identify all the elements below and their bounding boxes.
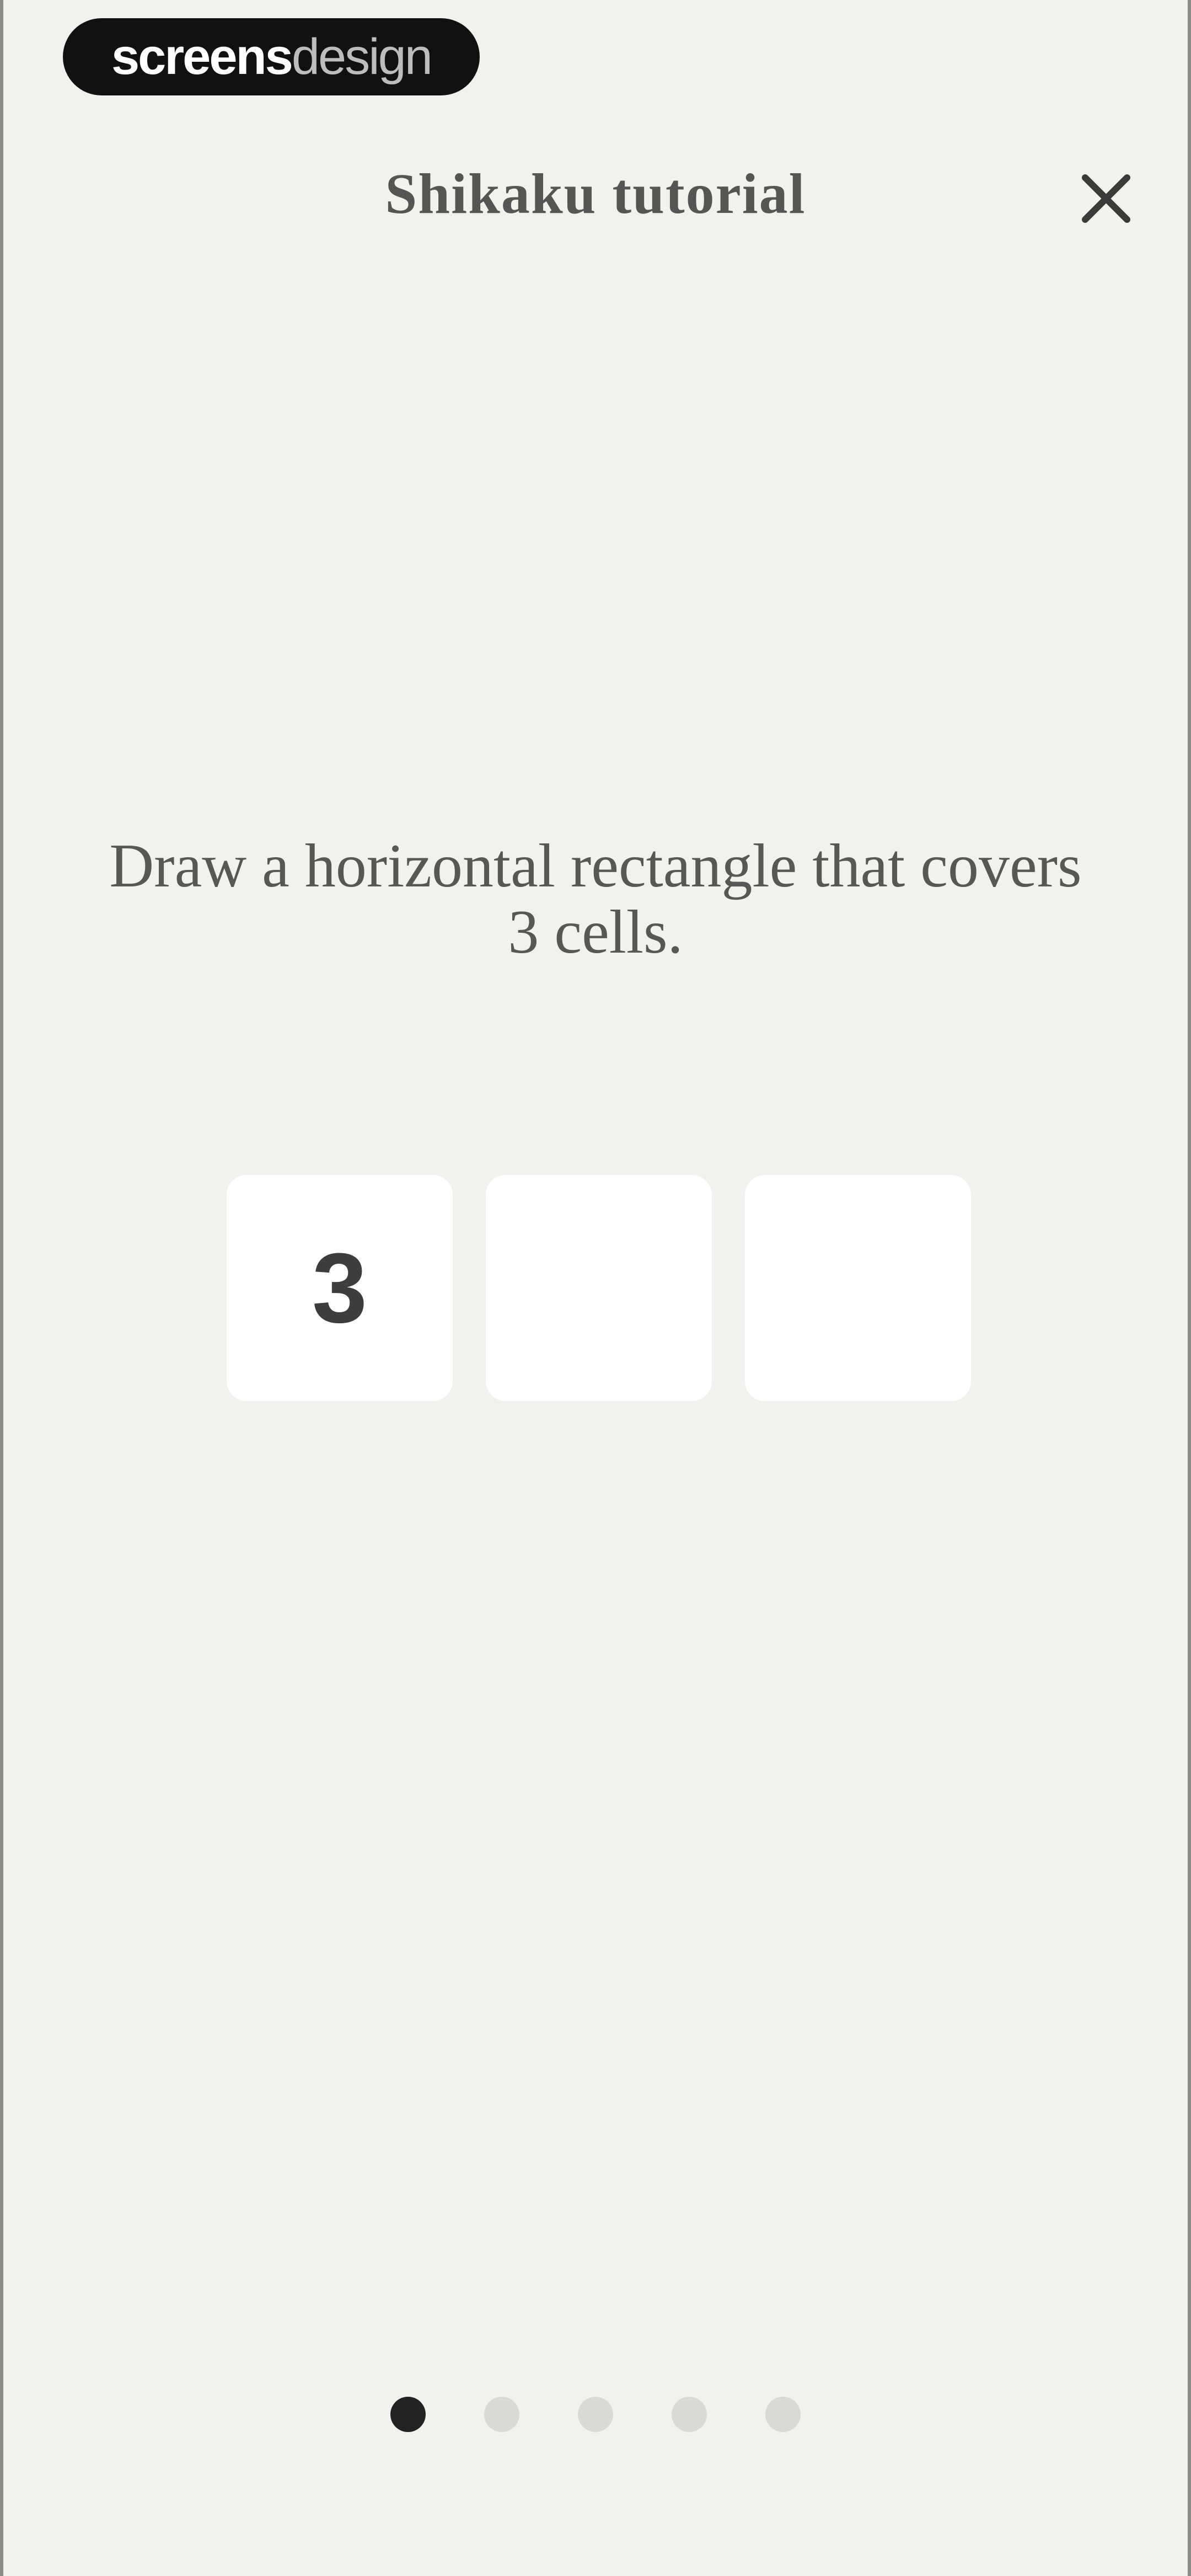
page-title: Shikaku tutorial: [385, 162, 806, 226]
puzzle-cell[interactable]: [745, 1175, 971, 1401]
page-dot-3[interactable]: [578, 2397, 613, 2432]
page-indicator: [3, 2397, 1188, 2432]
page-dot-5[interactable]: [765, 2397, 801, 2432]
tutorial-instruction: Draw a horizontal rectangle that covers …: [109, 832, 1082, 966]
page-dot-4[interactable]: [672, 2397, 707, 2432]
close-icon: [1082, 174, 1130, 223]
puzzle-cell[interactable]: 3: [227, 1175, 453, 1401]
tutorial-screen: screens design Shikaku tutorial Draw a ho…: [0, 0, 1191, 2576]
puzzle-grid: 3: [227, 1175, 971, 1401]
screensdesign-watermark: screens design: [63, 18, 480, 95]
page-dot-1[interactable]: [390, 2397, 426, 2432]
puzzle-cell[interactable]: [486, 1175, 712, 1401]
page-dot-2[interactable]: [484, 2397, 519, 2432]
watermark-light-text: design: [291, 29, 433, 85]
watermark-strong-text: screens: [111, 29, 293, 85]
close-button[interactable]: [1073, 165, 1139, 232]
